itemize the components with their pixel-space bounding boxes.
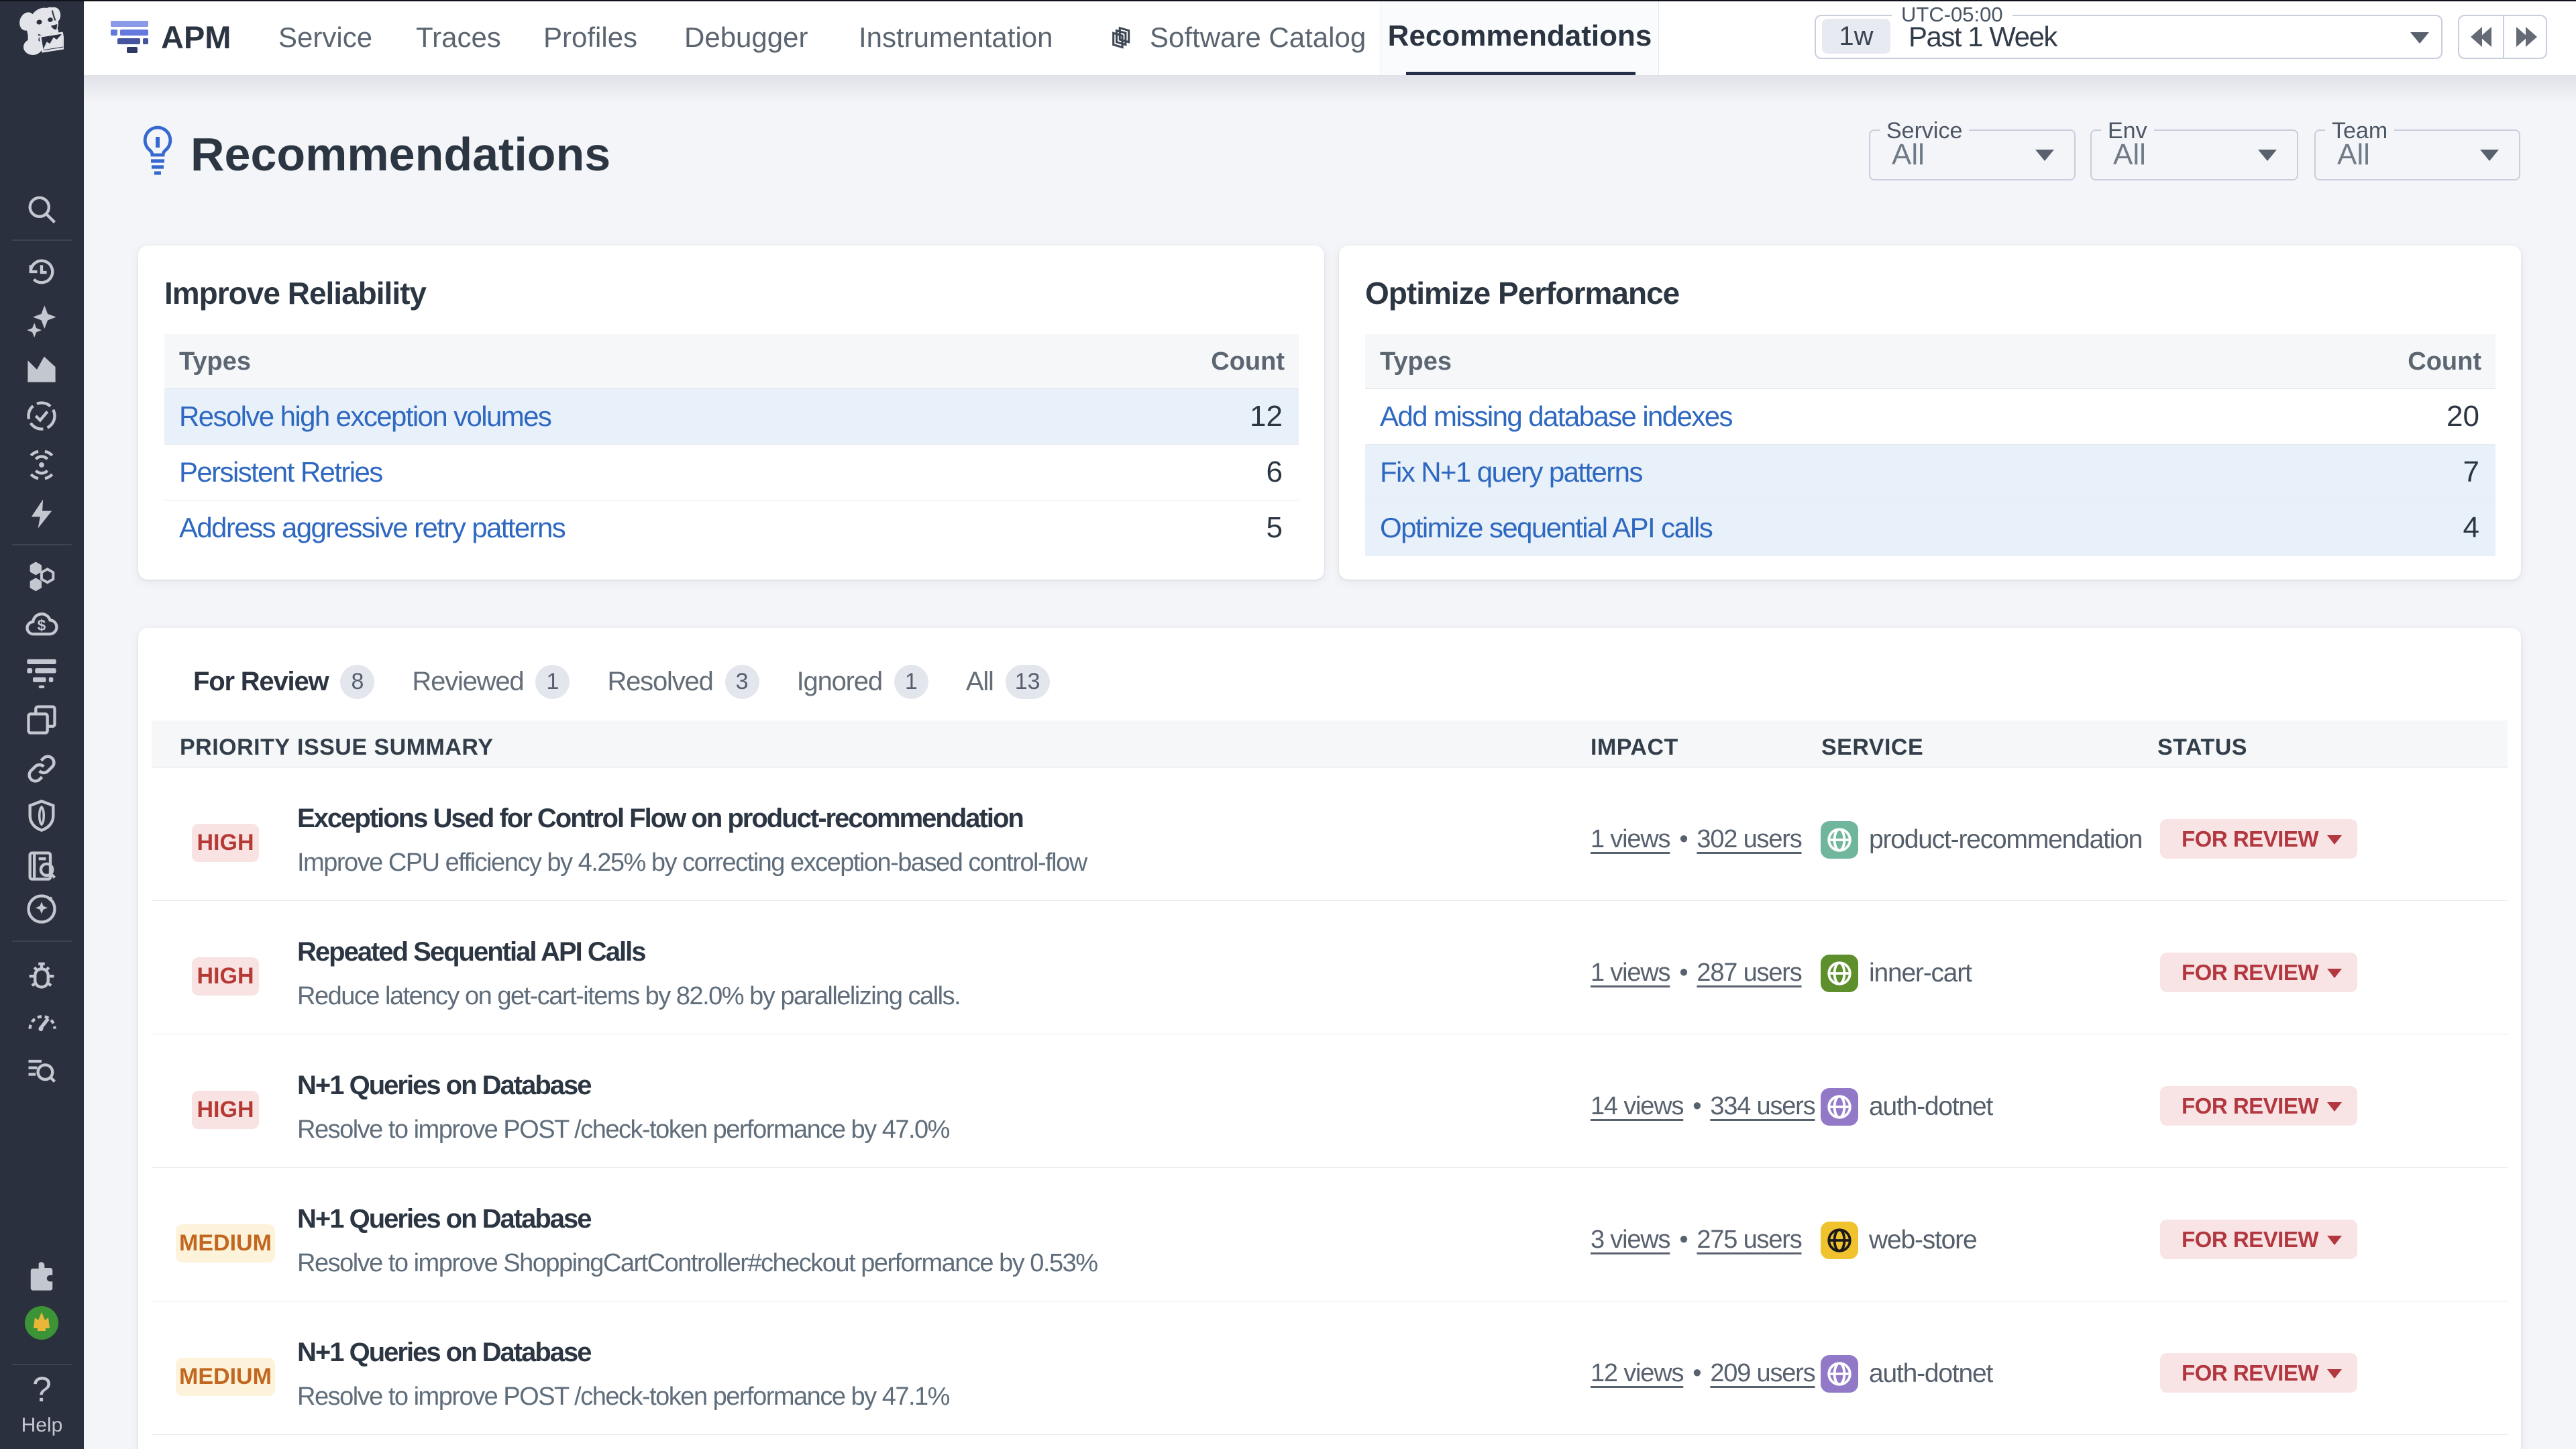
svg-text:$: $ <box>38 616 46 634</box>
